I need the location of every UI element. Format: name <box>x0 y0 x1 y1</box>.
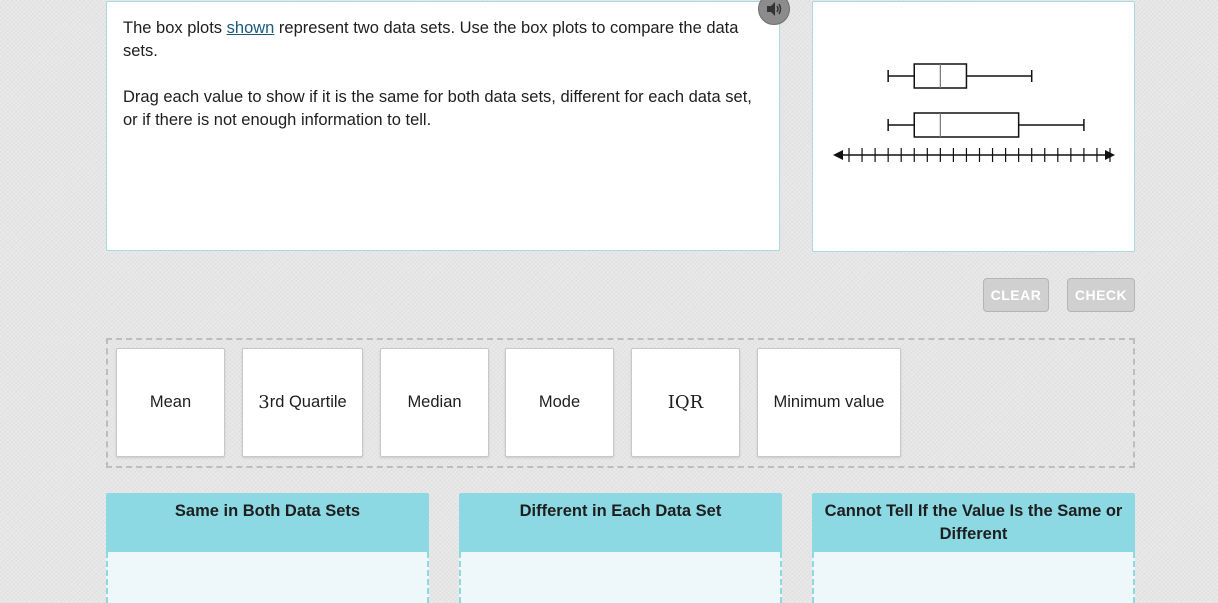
category-cannot-tell-header: Cannot Tell If the Value Is the Same or … <box>812 493 1135 552</box>
tile-minimum-value[interactable]: Minimum value <box>757 348 901 457</box>
number-line-left-arrow <box>833 150 843 160</box>
category-same-dropzone[interactable] <box>106 552 429 603</box>
category-different: Different in Each Data Set <box>459 493 782 603</box>
audio-button[interactable] <box>758 0 790 25</box>
box-plot-box <box>913 112 1020 138</box>
speaker-icon <box>767 2 782 16</box>
check-button[interactable]: CHECK <box>1067 278 1135 312</box>
prompt-text-start: The box plots <box>123 19 227 37</box>
question-instruction: Drag each value to show if it is the sam… <box>123 88 752 129</box>
tile-mode[interactable]: Mode <box>505 348 614 457</box>
question-text: The box plots shown represent two data s… <box>123 17 768 155</box>
category-same: Same in Both Data Sets <box>106 493 429 603</box>
third-quartile-number: 3 <box>258 392 270 413</box>
box-plot-figure-panel <box>812 1 1135 252</box>
category-same-header: Same in Both Data Sets <box>106 493 429 552</box>
tile-median[interactable]: Median <box>380 348 489 457</box>
box-plot-figure <box>833 63 1115 162</box>
question-panel: The box plots shown represent two data s… <box>106 1 780 251</box>
clear-button[interactable]: CLEAR <box>983 278 1049 312</box>
category-cannot-tell: Cannot Tell If the Value Is the Same or … <box>812 493 1135 603</box>
third-quartile-label: rd Quartile <box>269 393 347 411</box>
category-cannot-tell-dropzone[interactable] <box>812 552 1135 603</box>
shown-link[interactable]: shown <box>227 19 275 37</box>
tile-mean[interactable]: Mean <box>116 348 225 457</box>
category-different-header: Different in Each Data Set <box>459 493 782 552</box>
category-different-dropzone[interactable] <box>459 552 782 603</box>
question-prompt: The box plots shown represent two data s… <box>123 17 768 63</box>
tile-iqr[interactable]: IQR <box>631 348 740 457</box>
tile-third-quartile[interactable]: 3rd Quartile <box>242 348 363 457</box>
